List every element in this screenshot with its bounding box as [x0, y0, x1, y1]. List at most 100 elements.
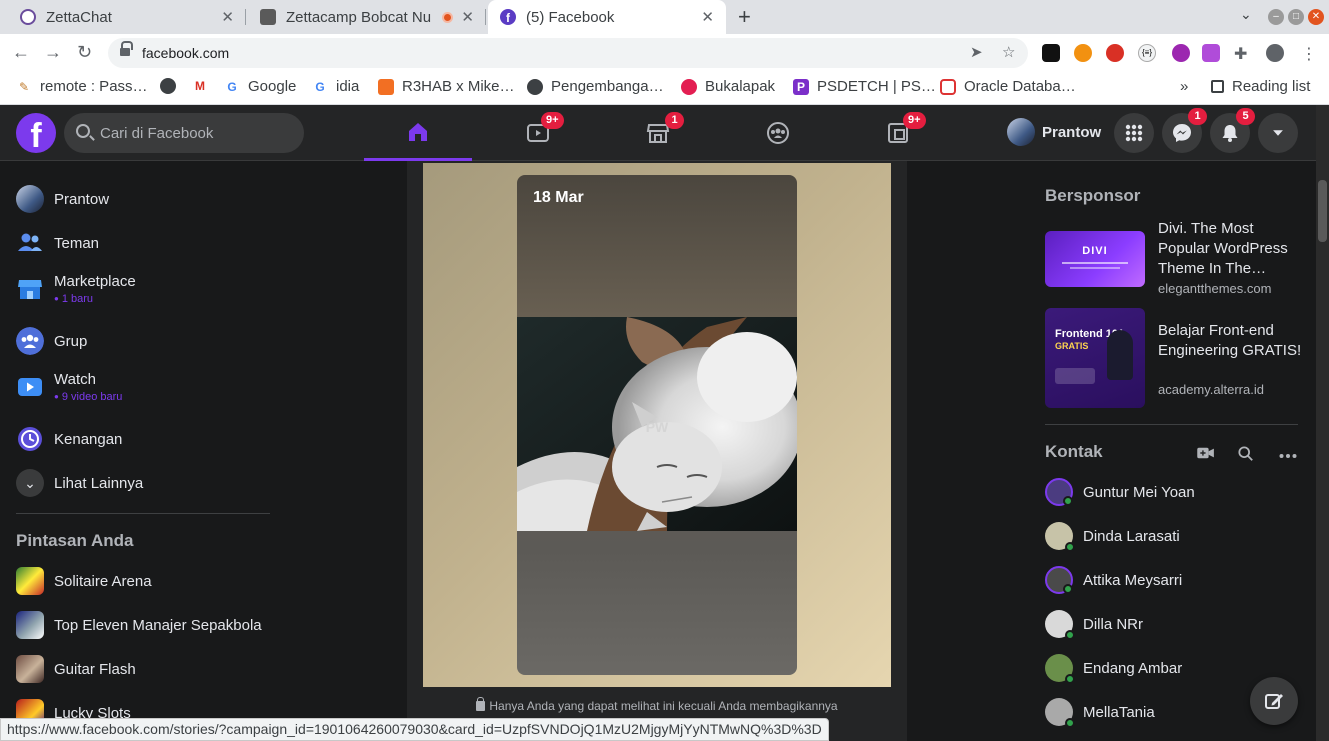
address-bar[interactable]: facebook.com ➤ ☆: [108, 38, 1028, 68]
nav-groups[interactable]: [724, 105, 832, 161]
reload-button[interactable]: ↻: [77, 42, 92, 63]
account-menu-button[interactable]: [1258, 113, 1298, 153]
new-room-video-icon[interactable]: [1197, 446, 1215, 465]
url-text[interactable]: facebook.com: [142, 45, 229, 61]
extension-purple-icon[interactable]: [1172, 44, 1190, 62]
facebook-search-input[interactable]: Cari di Facebook: [64, 113, 304, 153]
bookmark-remote[interactable]: ✎ remote : Pass…: [16, 78, 148, 95]
facebook-header: f Cari di Facebook 9+ 1 9+ Prantow 1 5: [0, 105, 1316, 161]
sidebar-item-marketplace[interactable]: Marketplace 1 baru: [16, 273, 136, 305]
tab-search-chevron-icon[interactable]: ⌄: [1240, 6, 1252, 23]
bookmark-globe[interactable]: [160, 78, 184, 94]
shortcut-solitaire-arena[interactable]: Solitaire Arena: [16, 567, 152, 595]
avatar: [1007, 118, 1035, 146]
new-tab-button[interactable]: +: [738, 4, 751, 30]
sidebar-item-watch[interactable]: Watch 9 video baru: [16, 371, 122, 403]
contact-item[interactable]: Dinda Larasati: [1045, 522, 1180, 552]
memories-clock-icon: [18, 427, 42, 451]
contact-item[interactable]: Endang Ambar: [1045, 654, 1182, 684]
menu-button[interactable]: [1114, 113, 1154, 153]
groups-icon: [16, 327, 44, 355]
grid-menu-icon: [1125, 124, 1143, 142]
oracle-icon: [940, 78, 956, 95]
messenger-button[interactable]: 1: [1162, 108, 1207, 153]
maximize-button[interactable]: □: [1288, 9, 1304, 25]
shortcut-guitar-flash[interactable]: Guitar Flash: [16, 655, 136, 683]
ad-divi-title: Divi. The Most Popular WordPress Theme I…: [1158, 220, 1288, 277]
send-to-device-icon[interactable]: ➤: [970, 43, 983, 61]
contact-item[interactable]: MellaTania: [1045, 698, 1155, 728]
extension-json-icon[interactable]: {≡}: [1138, 44, 1156, 62]
avatar: [1045, 698, 1075, 728]
story-watermark: PW: [645, 419, 669, 435]
contact-item[interactable]: Attika Meysarri: [1045, 566, 1182, 594]
bookmark-pengembangan[interactable]: Pengembanga…: [527, 78, 664, 95]
bookmark-gmail[interactable]: M: [192, 78, 216, 94]
more-bookmarks-button[interactable]: »: [1180, 78, 1188, 95]
bookmark-idia[interactable]: Gidia: [312, 78, 359, 95]
close-tab-icon[interactable]: ✕: [461, 8, 474, 26]
tab-zettacamp[interactable]: Zettacamp Bobcat Nu ✕: [248, 0, 486, 34]
minimize-button[interactable]: –: [1268, 9, 1284, 25]
story-card[interactable]: 18 Mar PW: [517, 175, 797, 675]
messenger-badge: 1: [1188, 108, 1207, 125]
ad-divi-thumb-text: DIVI: [1082, 245, 1108, 257]
bookmark-psdetch[interactable]: P PSDETCH | PS…: [793, 78, 936, 95]
nav-home[interactable]: [364, 105, 472, 161]
story-photo-cat[interactable]: PW: [517, 317, 797, 531]
tab-zettachat[interactable]: ZettaChat ✕: [8, 0, 246, 34]
new-message-button[interactable]: [1250, 677, 1298, 725]
reading-list-icon: [1211, 80, 1224, 93]
nav-gaming[interactable]: 9+: [844, 105, 952, 161]
profile-avatar-icon[interactable]: [1266, 44, 1284, 62]
extension-orange-icon[interactable]: [1074, 44, 1092, 62]
close-window-button[interactable]: ✕: [1308, 9, 1324, 25]
avatar: [1045, 522, 1075, 552]
guitar-flash-icon: [16, 655, 44, 683]
bookmark-bukalapak[interactable]: Bukalapak: [681, 78, 775, 95]
extension-red-icon[interactable]: [1106, 44, 1124, 62]
sidebar-item-friends[interactable]: Teman: [16, 229, 99, 257]
ad-alterra[interactable]: Frontend 101 GRATIS Belajar Front-end En…: [1045, 308, 1305, 421]
bookmark-r3hab[interactable]: R3HAB x Mike…: [378, 78, 515, 95]
close-tab-icon[interactable]: ✕: [221, 8, 234, 26]
online-status-icon: [1065, 718, 1075, 728]
nav-marketplace[interactable]: 1: [604, 105, 712, 161]
bookmark-google[interactable]: G Google: [224, 78, 296, 95]
reading-list-button[interactable]: Reading list: [1211, 78, 1310, 95]
contact-item[interactable]: Guntur Mei Yoan: [1045, 478, 1195, 506]
sidebar-item-groups[interactable]: Grup: [16, 327, 87, 355]
extensions-puzzle-icon[interactable]: ✚: [1234, 44, 1252, 63]
lock-icon[interactable]: [120, 41, 133, 57]
notifications-button[interactable]: 5: [1210, 108, 1255, 153]
right-divider: [1045, 424, 1298, 425]
back-button[interactable]: ←: [12, 42, 30, 63]
ad-alterra-title: Belajar Front-end Engineering GRATIS!: [1158, 322, 1302, 359]
online-status-icon: [1065, 674, 1075, 684]
page-scrollbar[interactable]: [1316, 105, 1329, 741]
browser-menu-icon[interactable]: ⋮: [1300, 44, 1318, 63]
search-contacts-icon[interactable]: [1238, 446, 1254, 467]
extension-clipboard-icon[interactable]: [1202, 44, 1220, 62]
ad-divi[interactable]: DIVI Divi. The Most Popular WordPress Th…: [1045, 219, 1305, 309]
sidebar-item-see-more[interactable]: ⌄ Lihat Lainnya: [16, 469, 143, 497]
link-status-bar: https://www.facebook.com/stories/?campai…: [0, 718, 829, 741]
sidebar-item-profile[interactable]: Prantow: [16, 185, 109, 213]
bookmark-oracle[interactable]: Oracle Databa…: [940, 78, 1076, 95]
bookmark-star-icon[interactable]: ☆: [1002, 43, 1015, 61]
extension-black-icon[interactable]: [1042, 44, 1060, 62]
online-status-icon: [1063, 584, 1073, 594]
close-tab-icon[interactable]: ✕: [701, 8, 714, 26]
tab-facebook[interactable]: f (5) Facebook ✕: [488, 0, 726, 34]
sponsored-title: Bersponsor: [1045, 186, 1141, 205]
profile-chip[interactable]: Prantow: [1000, 118, 1101, 146]
shortcut-top-eleven[interactable]: Top Eleven Manajer Sepakbola: [16, 611, 262, 639]
facebook-logo-icon[interactable]: f: [16, 113, 56, 153]
contacts-options-icon[interactable]: [1279, 446, 1297, 464]
contact-item[interactable]: Dilla NRr: [1045, 610, 1143, 640]
sidebar-item-memories[interactable]: Kenangan: [16, 425, 122, 453]
forward-button[interactable]: →: [44, 42, 62, 63]
nav-watch[interactable]: 9+: [484, 105, 592, 161]
gmail-icon: M: [195, 79, 205, 93]
scrollbar-thumb[interactable]: [1318, 180, 1327, 242]
